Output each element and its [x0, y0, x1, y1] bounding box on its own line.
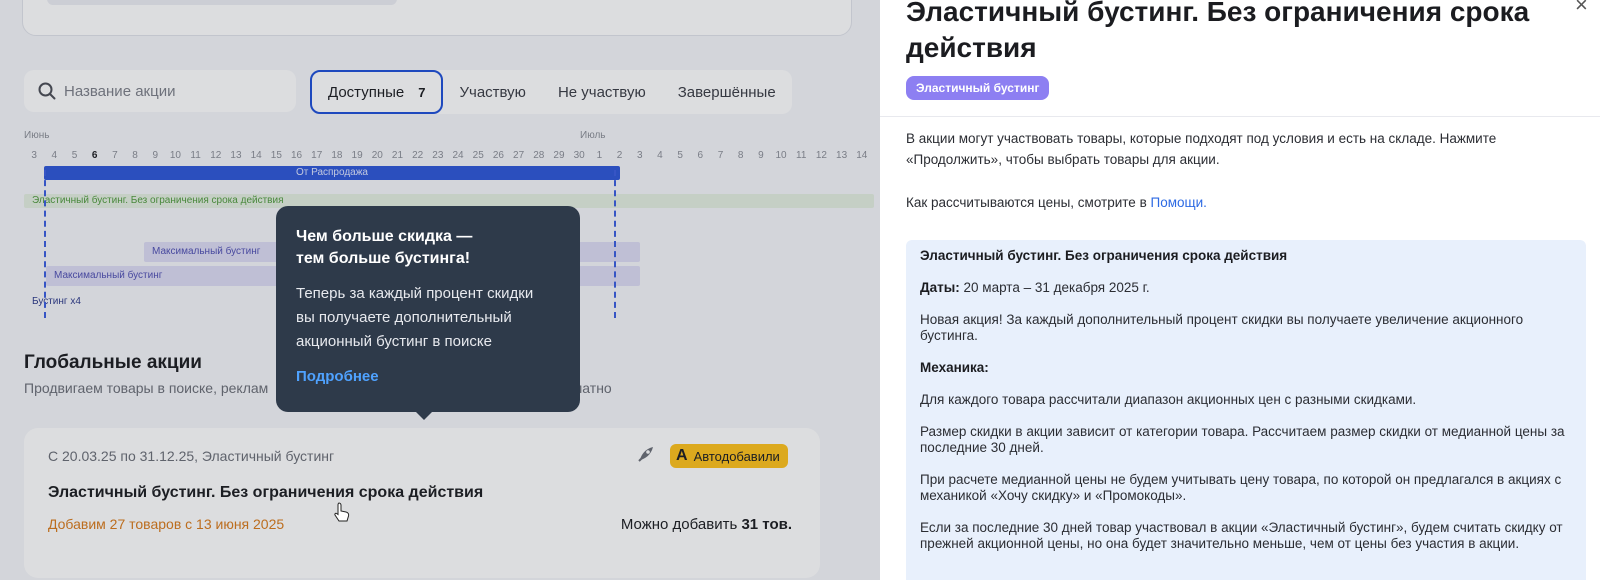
promotions-page: Доступные 7 Участвую Не участвую Завершё…	[0, 0, 880, 580]
info-dates-value: 20 марта – 31 декабря 2025 г.	[963, 280, 1150, 295]
panel-divider	[880, 116, 1600, 117]
help-link[interactable]: Помощи.	[1151, 195, 1207, 210]
help-text: Как рассчитываются цены, смотрите в	[906, 195, 1147, 210]
info-paragraph: При расчете медианной цены не будем учит…	[920, 472, 1562, 503]
hand-cursor-icon	[334, 502, 350, 522]
promo-info-box: Эластичный бустинг. Без ограничения срок…	[906, 240, 1586, 580]
promo-type-tag: Эластичный бустинг	[906, 76, 1050, 100]
boost-tooltip: Чем больше скидка — тем больше бустинга!…	[276, 206, 580, 420]
tooltip-title: Чем больше скидка — тем больше бустинга!	[296, 228, 473, 267]
panel-title: Эластичный бустинг. Без ограничения срок…	[906, 0, 1530, 63]
info-paragraph: Размер скидки в акции зависит от категор…	[920, 424, 1565, 455]
info-heading: Эластичный бустинг. Без ограничения срок…	[920, 248, 1288, 263]
info-mechanics-label: Механика:	[920, 360, 989, 375]
promo-details-panel: Эластичный бустинг. Без ограничения срок…	[880, 0, 1600, 580]
info-paragraph: Если за последние 30 дней товар участвов…	[920, 520, 1563, 551]
tooltip-text: Теперь за каждый процент скидки вы получ…	[296, 285, 534, 350]
panel-intro: В акции могут участвовать товары, которы…	[906, 131, 1497, 167]
close-icon[interactable]: ×	[1575, 0, 1588, 18]
info-paragraph: Новая акция! За каждый дополнительный пр…	[920, 312, 1524, 343]
panel-help: Как рассчитываются цены, смотрите в Помо…	[906, 195, 1207, 210]
info-dates-label: Даты:	[920, 280, 960, 295]
tooltip-more-link[interactable]: Подробнее	[296, 368, 379, 385]
info-paragraph: Для каждого товара рассчитали диапазон а…	[920, 392, 1417, 407]
